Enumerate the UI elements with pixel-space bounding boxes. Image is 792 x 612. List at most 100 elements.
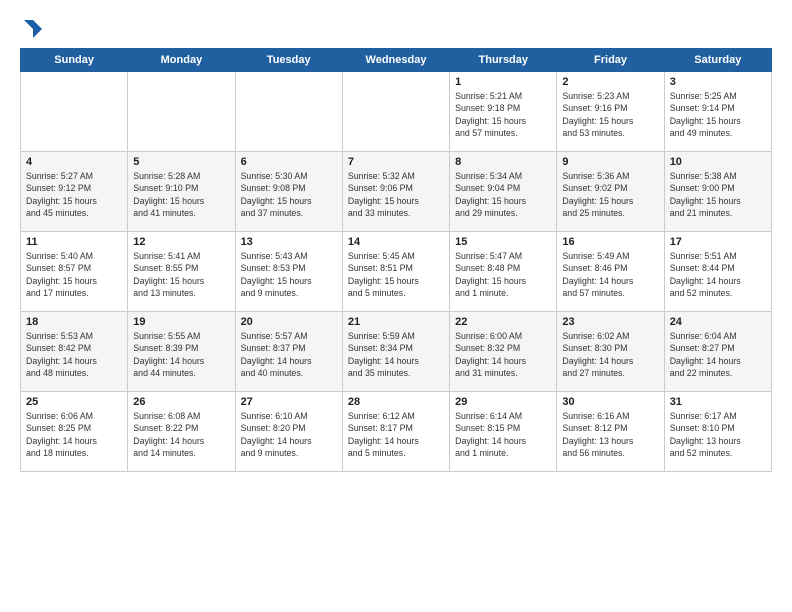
- calendar-row-3: 11 Sunrise: 5:40 AM Sunset: 8:57 PM Dayli…: [21, 232, 772, 312]
- day-detail: Sunrise: 6:14 AM Sunset: 8:15 PM Dayligh…: [455, 410, 551, 459]
- day-number: 11: [26, 236, 122, 248]
- calendar-cell: 31 Sunrise: 6:17 AM Sunset: 8:10 PM Dayli…: [664, 392, 771, 472]
- day-number: 24: [670, 316, 766, 328]
- day-detail: Sunrise: 6:16 AM Sunset: 8:12 PM Dayligh…: [562, 410, 658, 459]
- weekday-header-sunday: Sunday: [21, 49, 128, 72]
- day-detail: Sunrise: 5:38 AM Sunset: 9:00 PM Dayligh…: [670, 170, 766, 219]
- day-detail: Sunrise: 5:49 AM Sunset: 8:46 PM Dayligh…: [562, 250, 658, 299]
- day-detail: Sunrise: 5:51 AM Sunset: 8:44 PM Dayligh…: [670, 250, 766, 299]
- calendar-cell: [21, 72, 128, 152]
- day-detail: Sunrise: 5:53 AM Sunset: 8:42 PM Dayligh…: [26, 330, 122, 379]
- header: [20, 18, 772, 38]
- calendar-cell: 25Sunrise: 6:06 AM Sunset: 8:25 PM Dayli…: [21, 392, 128, 472]
- calendar-cell: 23 Sunrise: 6:02 AM Sunset: 8:30 PM Dayli…: [557, 312, 664, 392]
- weekday-header-wednesday: Wednesday: [342, 49, 449, 72]
- calendar-cell: 12 Sunrise: 5:41 AM Sunset: 8:55 PM Dayli…: [128, 232, 235, 312]
- day-number: 8: [455, 156, 551, 168]
- calendar-cell: 28 Sunrise: 6:12 AM Sunset: 8:17 PM Dayli…: [342, 392, 449, 472]
- calendar-cell: 7 Sunrise: 5:32 AM Sunset: 9:06 PM Daylig…: [342, 152, 449, 232]
- day-detail: Sunrise: 5:45 AM Sunset: 8:51 PM Dayligh…: [348, 250, 444, 299]
- day-detail: Sunrise: 5:23 AM Sunset: 9:16 PM Dayligh…: [562, 90, 658, 139]
- weekday-header-saturday: Saturday: [664, 49, 771, 72]
- day-number: 2: [562, 76, 658, 88]
- day-number: 4: [26, 156, 122, 168]
- calendar-cell: 3Sunrise: 5:25 AM Sunset: 9:14 PM Daylig…: [664, 72, 771, 152]
- calendar-cell: 21Sunrise: 5:59 AM Sunset: 8:34 PM Dayli…: [342, 312, 449, 392]
- day-detail: Sunrise: 5:40 AM Sunset: 8:57 PM Dayligh…: [26, 250, 122, 299]
- calendar-cell: 10Sunrise: 5:38 AM Sunset: 9:00 PM Dayli…: [664, 152, 771, 232]
- day-number: 25: [26, 396, 122, 408]
- day-detail: Sunrise: 5:59 AM Sunset: 8:34 PM Dayligh…: [348, 330, 444, 379]
- calendar-row-5: 25Sunrise: 6:06 AM Sunset: 8:25 PM Dayli…: [21, 392, 772, 472]
- day-detail: Sunrise: 5:36 AM Sunset: 9:02 PM Dayligh…: [562, 170, 658, 219]
- day-number: 6: [241, 156, 337, 168]
- day-number: 22: [455, 316, 551, 328]
- calendar-cell: 11 Sunrise: 5:40 AM Sunset: 8:57 PM Dayli…: [21, 232, 128, 312]
- calendar-cell: 8 Sunrise: 5:34 AM Sunset: 9:04 PM Daylig…: [450, 152, 557, 232]
- weekday-header-monday: Monday: [128, 49, 235, 72]
- day-detail: Sunrise: 6:04 AM Sunset: 8:27 PM Dayligh…: [670, 330, 766, 379]
- calendar-cell: 20Sunrise: 5:57 AM Sunset: 8:37 PM Dayli…: [235, 312, 342, 392]
- day-detail: Sunrise: 5:28 AM Sunset: 9:10 PM Dayligh…: [133, 170, 229, 219]
- calendar-cell: 16 Sunrise: 5:49 AM Sunset: 8:46 PM Dayli…: [557, 232, 664, 312]
- page: SundayMondayTuesdayWednesdayThursdayFrid…: [0, 0, 792, 612]
- day-detail: Sunrise: 6:08 AM Sunset: 8:22 PM Dayligh…: [133, 410, 229, 459]
- day-number: 27: [241, 396, 337, 408]
- day-number: 1: [455, 76, 551, 88]
- day-number: 14: [348, 236, 444, 248]
- calendar-row-4: 18Sunrise: 5:53 AM Sunset: 8:42 PM Dayli…: [21, 312, 772, 392]
- calendar-cell: 19Sunrise: 5:55 AM Sunset: 8:39 PM Dayli…: [128, 312, 235, 392]
- weekday-header-row: SundayMondayTuesdayWednesdayThursdayFrid…: [21, 49, 772, 72]
- calendar-cell: 1 Sunrise: 5:21 AM Sunset: 9:18 PM Daylig…: [450, 72, 557, 152]
- calendar-cell: [128, 72, 235, 152]
- logo-flag-icon: [22, 18, 44, 40]
- day-detail: Sunrise: 5:32 AM Sunset: 9:06 PM Dayligh…: [348, 170, 444, 219]
- calendar-header: SundayMondayTuesdayWednesdayThursdayFrid…: [21, 49, 772, 72]
- calendar-cell: 6 Sunrise: 5:30 AM Sunset: 9:08 PM Daylig…: [235, 152, 342, 232]
- weekday-header-tuesday: Tuesday: [235, 49, 342, 72]
- day-number: 15: [455, 236, 551, 248]
- weekday-header-friday: Friday: [557, 49, 664, 72]
- day-number: 12: [133, 236, 229, 248]
- day-number: 31: [670, 396, 766, 408]
- calendar-cell: 14 Sunrise: 5:45 AM Sunset: 8:51 PM Dayli…: [342, 232, 449, 312]
- calendar-cell: 24 Sunrise: 6:04 AM Sunset: 8:27 PM Dayli…: [664, 312, 771, 392]
- day-number: 30: [562, 396, 658, 408]
- day-detail: Sunrise: 5:43 AM Sunset: 8:53 PM Dayligh…: [241, 250, 337, 299]
- day-number: 7: [348, 156, 444, 168]
- calendar-cell: 30 Sunrise: 6:16 AM Sunset: 8:12 PM Dayli…: [557, 392, 664, 472]
- day-detail: Sunrise: 5:41 AM Sunset: 8:55 PM Dayligh…: [133, 250, 229, 299]
- day-number: 26: [133, 396, 229, 408]
- calendar-body: 1 Sunrise: 5:21 AM Sunset: 9:18 PM Daylig…: [21, 72, 772, 472]
- calendar-cell: 17 Sunrise: 5:51 AM Sunset: 8:44 PM Dayli…: [664, 232, 771, 312]
- day-detail: Sunrise: 5:27 AM Sunset: 9:12 PM Dayligh…: [26, 170, 122, 219]
- day-number: 9: [562, 156, 658, 168]
- day-number: 28: [348, 396, 444, 408]
- weekday-header-thursday: Thursday: [450, 49, 557, 72]
- day-detail: Sunrise: 5:21 AM Sunset: 9:18 PM Dayligh…: [455, 90, 551, 139]
- day-number: 16: [562, 236, 658, 248]
- calendar-cell: 5Sunrise: 5:28 AM Sunset: 9:10 PM Daylig…: [128, 152, 235, 232]
- calendar-cell: 18Sunrise: 5:53 AM Sunset: 8:42 PM Dayli…: [21, 312, 128, 392]
- day-number: 20: [241, 316, 337, 328]
- day-detail: Sunrise: 5:25 AM Sunset: 9:14 PM Dayligh…: [670, 90, 766, 139]
- day-number: 19: [133, 316, 229, 328]
- calendar-cell: 15 Sunrise: 5:47 AM Sunset: 8:48 PM Dayli…: [450, 232, 557, 312]
- calendar-cell: 4 Sunrise: 5:27 AM Sunset: 9:12 PM Daylig…: [21, 152, 128, 232]
- calendar-cell: 2 Sunrise: 5:23 AM Sunset: 9:16 PM Daylig…: [557, 72, 664, 152]
- logo: [20, 18, 44, 38]
- calendar-cell: [342, 72, 449, 152]
- day-detail: Sunrise: 6:02 AM Sunset: 8:30 PM Dayligh…: [562, 330, 658, 379]
- day-detail: Sunrise: 5:47 AM Sunset: 8:48 PM Dayligh…: [455, 250, 551, 299]
- calendar-row-1: 1 Sunrise: 5:21 AM Sunset: 9:18 PM Daylig…: [21, 72, 772, 152]
- calendar-cell: 13 Sunrise: 5:43 AM Sunset: 8:53 PM Dayli…: [235, 232, 342, 312]
- day-detail: Sunrise: 6:12 AM Sunset: 8:17 PM Dayligh…: [348, 410, 444, 459]
- day-detail: Sunrise: 5:30 AM Sunset: 9:08 PM Dayligh…: [241, 170, 337, 219]
- day-number: 29: [455, 396, 551, 408]
- calendar-cell: 22Sunrise: 6:00 AM Sunset: 8:32 PM Dayli…: [450, 312, 557, 392]
- day-detail: Sunrise: 6:17 AM Sunset: 8:10 PM Dayligh…: [670, 410, 766, 459]
- day-detail: Sunrise: 5:34 AM Sunset: 9:04 PM Dayligh…: [455, 170, 551, 219]
- day-number: 23: [562, 316, 658, 328]
- day-number: 13: [241, 236, 337, 248]
- day-number: 17: [670, 236, 766, 248]
